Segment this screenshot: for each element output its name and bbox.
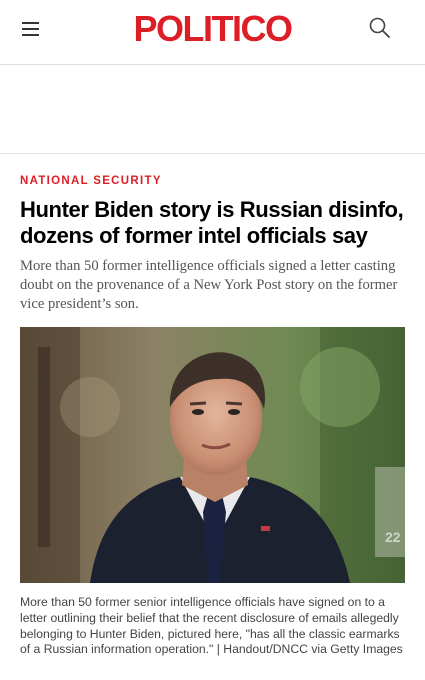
section-kicker[interactable]: NATIONAL SECURITY [20,175,162,187]
article-headline: Hunter Biden story is Russian disinfo, d… [20,197,404,248]
ad-placeholder [0,66,425,154]
article-photo: 22 [20,327,405,583]
photo-caption: More than 50 former senior intelligence … [20,595,403,657]
article-dek: More than 50 former intelligence officia… [20,258,398,312]
site-header: POLITICO [0,0,425,65]
politico-logo[interactable]: POLITICO [0,9,425,49]
search-icon[interactable] [369,17,391,39]
svg-text:22: 22 [385,529,401,545]
